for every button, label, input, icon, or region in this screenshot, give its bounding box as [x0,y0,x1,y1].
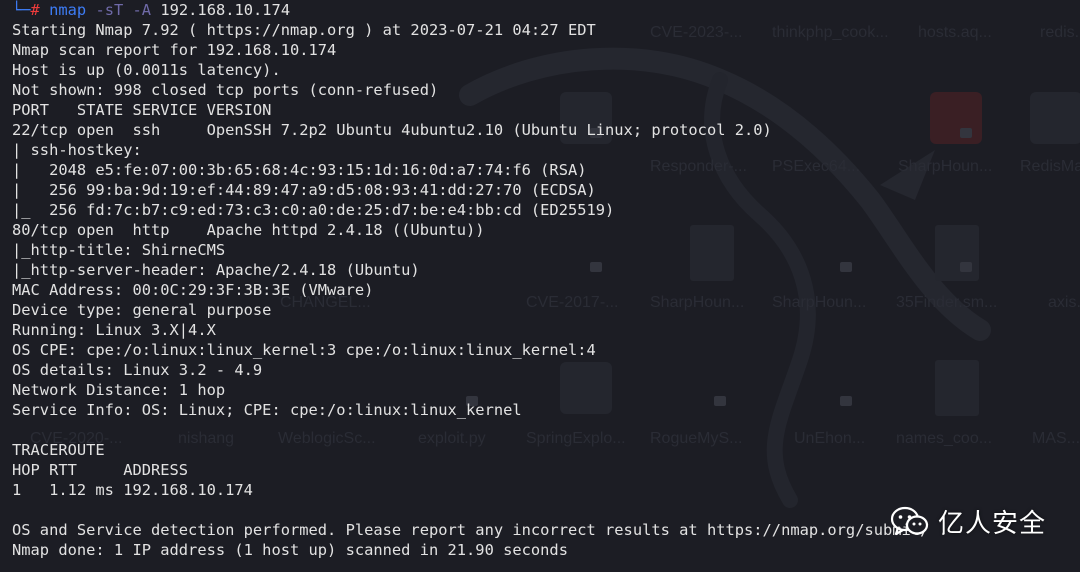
terminal-output-line: TRACEROUTE [12,441,105,459]
terminal-output-line: 80/tcp open http Apache httpd 2.4.18 ((U… [12,221,485,239]
terminal-output-line: Starting Nmap 7.92 ( https://nmap.org ) … [12,21,596,39]
terminal-output-line: OS and Service detection performed. Plea… [12,521,948,539]
terminal-output-line: Device type: general purpose [12,301,272,319]
terminal-output-line: PORT STATE SERVICE VERSION [12,101,272,119]
terminal-output-line: Running: Linux 3.X|4.X [12,321,216,339]
wechat-watermark: 亿人安全 [890,503,1046,540]
terminal-output-line: |_http-server-header: Apache/2.4.18 (Ubu… [12,261,420,279]
command-flags: -sT -A [95,1,152,19]
terminal-output: └─# nmap -sT -A 192.168.10.174 Starting … [12,0,948,560]
terminal-output-line: Not shown: 998 closed tcp ports (conn-re… [12,81,439,99]
terminal-output-line: Nmap done: 1 IP address (1 host up) scan… [12,541,568,559]
prompt-symbol: # [30,1,40,19]
command-target: 192.168.10.174 [160,1,291,19]
terminal-window[interactable]: └─# nmap -sT -A 192.168.10.174 Starting … [0,0,1080,572]
wechat-icon [890,506,929,535]
terminal-output-line: OS details: Linux 3.2 - 4.9 [12,361,263,379]
terminal-output-line: |_ 256 fd:7c:b7:c9:ed:73:c3:c0:a0:de:25:… [12,201,615,219]
command-program: nmap [49,1,87,19]
terminal-output-line: Network Distance: 1 hop [12,381,226,399]
terminal-output-line: |_http-title: ShirneCMS [12,241,226,259]
terminal-output-line: | ssh-hostkey: [12,141,151,159]
terminal-output-line: 1 1.12 ms 192.168.10.174 [12,481,253,499]
command-line[interactable]: └─# nmap -sT -A 192.168.10.174 [12,0,948,20]
terminal-output-line: Service Info: OS: Linux; CPE: cpe:/o:lin… [12,401,522,419]
prompt-corner: └─ [12,1,31,19]
terminal-output-line [12,500,948,520]
terminal-output-line: HOP RTT ADDRESS [12,461,189,479]
terminal-output-line: Host is up (0.0011s latency). [12,61,281,79]
terminal-output-line: | 2048 e5:fe:07:00:3b:65:68:4c:93:15:1d:… [12,161,587,179]
terminal-output-line: Nmap scan report for 192.168.10.174 [12,41,337,59]
terminal-output-line: OS CPE: cpe:/o:linux:linux_kernel:3 cpe:… [12,341,596,359]
terminal-output-line [12,420,948,440]
terminal-output-line: 22/tcp open ssh OpenSSH 7.2p2 Ubuntu 4ub… [12,121,772,139]
watermark-label: 亿人安全 [937,509,1046,539]
terminal-output-line: MAC Address: 00:0C:29:3F:3B:3E (VMware) [12,281,374,299]
terminal-output-line: | 256 99:ba:9d:19:ef:44:89:47:a9:d5:08:9… [12,181,596,199]
